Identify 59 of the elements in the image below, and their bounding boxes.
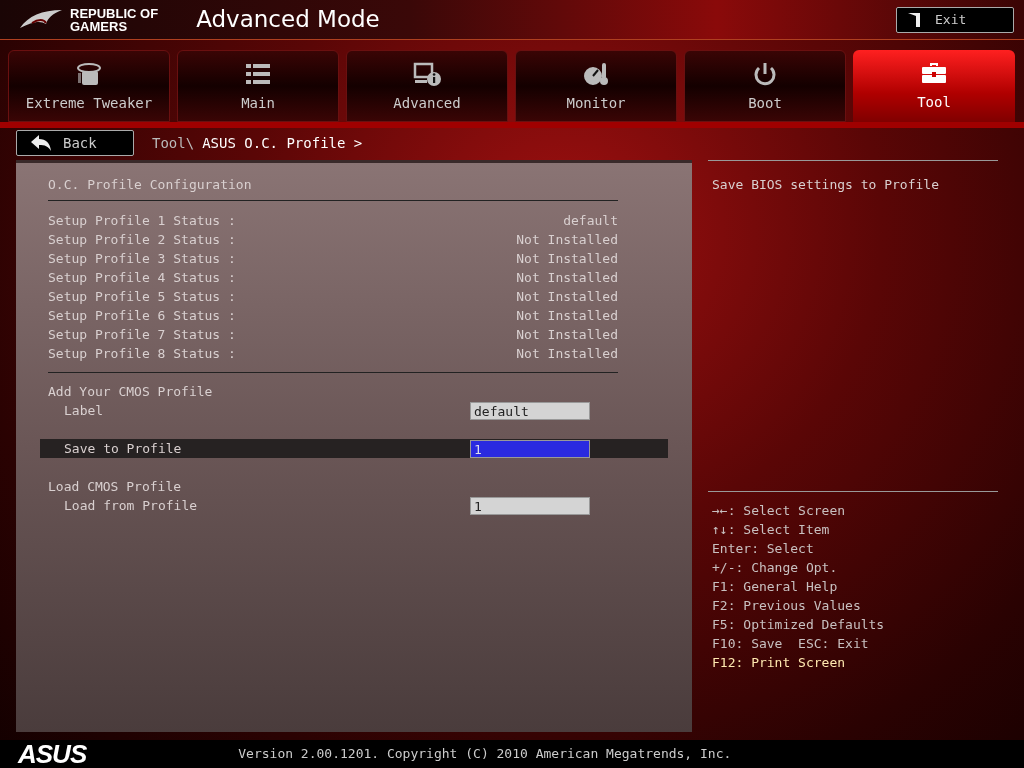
status-value: Not Installed [516, 326, 618, 344]
breadcrumb-current: ASUS O.C. Profile > [202, 133, 363, 153]
menu-tab[interactable]: Boot [684, 50, 846, 122]
gauge-thermometer-icon [581, 61, 611, 87]
key-hint: Enter: Select [711, 539, 815, 558]
status-label: Setup Profile 1 Status : [48, 212, 236, 230]
section-heading: Load CMOS Profile [48, 478, 183, 496]
status-value: Not Installed [516, 288, 618, 306]
version-text: Version 2.00.1201. Copyright (C) 2010 American Megatrends, Inc. [238, 745, 732, 764]
status-label: Setup Profile 3 Status : [48, 250, 236, 268]
section-heading: O.C. Profile Configuration [48, 176, 253, 194]
key-hint: F5: Optimized Defaults [711, 615, 886, 634]
toolbox-icon [919, 60, 949, 86]
exit-button[interactable]: Exit [896, 6, 1014, 33]
help-description: Save BIOS settings to Profile [711, 176, 940, 194]
value-field[interactable]: 1 [470, 496, 590, 515]
section-heading: Add Your CMOS Profile [48, 383, 214, 401]
brand-logo: ASUS [18, 741, 87, 767]
status-label: Setup Profile 6 Status : [48, 307, 236, 325]
key-hint: →←: Select Screen [711, 501, 847, 520]
key-hint: F1: General Help [711, 577, 839, 596]
menu-tab[interactable]: Main [177, 50, 339, 122]
brand-text: GAMERS [70, 19, 129, 33]
setting-row[interactable]: Label default [40, 401, 668, 420]
status-value: default [563, 212, 618, 230]
key-hint: F10: Save ESC: Exit [711, 634, 870, 653]
status-label: Setup Profile 8 Status : [48, 345, 236, 363]
list-icon [243, 61, 273, 87]
status-value: Not Installed [516, 269, 618, 287]
status-value: Not Installed [516, 250, 618, 268]
menu-tab[interactable]: Monitor [515, 50, 677, 122]
setting-label: Save to Profile [64, 439, 182, 458]
menu-tab[interactable]: Advanced [346, 50, 508, 122]
key-hint: F12: Print Screen [711, 653, 847, 672]
value-field[interactable]: default [470, 401, 590, 420]
status-value: Not Installed [516, 307, 618, 325]
status-label: Setup Profile 4 Status : [48, 269, 236, 287]
status-value: Not Installed [516, 345, 618, 363]
status-label: Setup Profile 2 Status : [48, 231, 236, 249]
value-field[interactable]: 1 [470, 439, 590, 458]
back-button[interactable]: Back [16, 130, 134, 156]
dial-icon [74, 61, 104, 87]
menu-tab[interactable]: Extreme Tweaker [8, 50, 170, 122]
key-hint: ↑↓: Select Item [711, 520, 831, 539]
window-title: Advanced Mode [196, 5, 380, 35]
status-value: Not Installed [516, 231, 618, 249]
monitor-info-icon [412, 61, 442, 87]
setting-row[interactable]: Load from Profile 1 [40, 496, 668, 515]
key-hint: +/-: Change Opt. [711, 558, 839, 577]
status-label: Setup Profile 7 Status : [48, 326, 236, 344]
breadcrumb-parent[interactable]: Tool\ [152, 132, 195, 154]
brand-text: REPUBLIC OF [70, 6, 159, 20]
setting-label: Load from Profile [64, 496, 198, 515]
status-label: Setup Profile 5 Status : [48, 288, 236, 306]
setting-row[interactable]: Save to Profile 1 [40, 439, 668, 458]
key-hint: F2: Previous Values [711, 596, 862, 615]
menu-tab[interactable]: Tool [853, 50, 1015, 122]
setting-label: Label [64, 401, 104, 420]
back-arrow-icon [31, 135, 51, 151]
